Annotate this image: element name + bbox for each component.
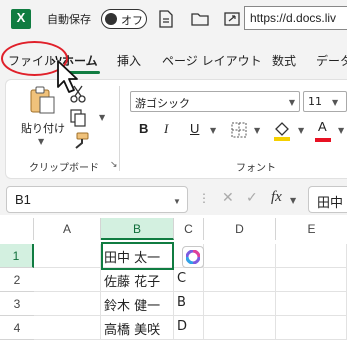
tab-insert[interactable]: 挿入 <box>117 52 141 69</box>
copilot-button[interactable] <box>182 246 204 268</box>
cell-e2[interactable] <box>276 268 347 292</box>
cell-a2[interactable] <box>34 268 101 292</box>
save-document-icon[interactable] <box>156 9 176 29</box>
ribbon-group-divider <box>119 86 120 171</box>
cell-a4[interactable] <box>34 316 101 340</box>
select-all-corner[interactable] <box>0 218 34 240</box>
cell-c2[interactable]: C <box>174 268 204 292</box>
name-box-value: B1 <box>15 192 31 207</box>
cell-e3[interactable] <box>276 292 347 316</box>
underline-dropdown-icon[interactable]: ▼ <box>210 126 216 135</box>
font-color-swatch <box>315 138 331 142</box>
bold-button[interactable]: B <box>139 121 148 136</box>
cell-d1[interactable] <box>204 244 276 268</box>
paste-label[interactable]: 貼り付け <box>21 120 65 136</box>
share-icon[interactable] <box>222 9 242 29</box>
cell-d3[interactable] <box>204 292 276 316</box>
cell-a1[interactable] <box>34 244 101 268</box>
row-header-4[interactable]: 4 <box>0 316 34 340</box>
fill-color-icon[interactable] <box>272 119 292 141</box>
cell-e4[interactable] <box>276 316 347 340</box>
clipboard-group-label: クリップボード <box>29 163 99 174</box>
folder-icon[interactable] <box>190 9 210 29</box>
font-size-value: 11 <box>308 95 322 108</box>
borders-dropdown-icon[interactable]: ▼ <box>254 126 260 135</box>
copy-icon[interactable] <box>68 108 88 128</box>
tab-data[interactable]: データ <box>316 52 347 69</box>
autosave-label: 自動保存 <box>47 13 91 26</box>
column-header-e[interactable]: E <box>276 218 347 240</box>
column-header-b[interactable]: B <box>101 218 174 240</box>
copilot-icon <box>186 250 200 264</box>
autosave-toggle-state: オフ <box>121 14 143 27</box>
row-header-2[interactable]: 2 <box>0 268 34 292</box>
italic-button[interactable]: I <box>164 121 168 137</box>
column-header-a[interactable]: A <box>34 218 101 240</box>
font-size-dropdown-icon: ▼ <box>332 98 339 107</box>
cell-c4[interactable]: D <box>174 316 204 340</box>
font-name-dropdown-icon: ▼ <box>288 98 295 107</box>
font-group-label: フォント <box>236 163 276 174</box>
cell-d4[interactable] <box>204 316 276 340</box>
underline-button[interactable]: U <box>190 121 199 136</box>
cell-d2[interactable] <box>204 268 276 292</box>
cell-a3[interactable] <box>34 292 101 316</box>
cell-e1[interactable] <box>276 244 347 268</box>
font-color-dropdown-icon[interactable]: ▼ <box>338 126 344 135</box>
autosave-toggle[interactable]: オフ <box>101 9 147 29</box>
column-header-d[interactable]: D <box>204 218 276 240</box>
excel-logo-icon: X <box>11 9 37 29</box>
name-box[interactable]: B1 ▼ <box>6 186 188 213</box>
format-painter-icon[interactable] <box>68 131 90 151</box>
tab-formulas[interactable]: 数式 <box>272 52 296 69</box>
cancel-icon[interactable]: ✕ <box>222 190 234 206</box>
paste-dropdown-icon[interactable]: ▼ <box>38 137 44 146</box>
name-box-dropdown-icon: ▼ <box>173 197 181 206</box>
row-header-3[interactable]: 3 <box>0 292 34 316</box>
cell-b2[interactable]: 佐藤 花子 <box>101 268 174 292</box>
font-color-button[interactable]: A <box>318 119 327 134</box>
toggle-knob <box>105 13 117 25</box>
font-size-select[interactable]: 11 ▼ <box>303 91 347 112</box>
title-bar: X 自動保存 オフ https://d.docs.liv <box>0 0 347 38</box>
enter-icon[interactable]: ✓ <box>246 190 258 206</box>
more-options-icon[interactable]: ⋮ <box>198 191 210 205</box>
tab-page-layout[interactable]: ページ レイアウト <box>162 52 262 69</box>
insert-function-button[interactable]: fx <box>271 189 282 206</box>
copy-dropdown-icon[interactable]: ▼ <box>99 113 105 122</box>
font-name-value: 游ゴシック <box>135 97 190 110</box>
formula-input[interactable]: 田中 <box>308 186 347 213</box>
row-header-1[interactable]: 1 <box>0 244 34 268</box>
url-field[interactable]: https://d.docs.liv <box>244 6 347 30</box>
clipboard-dialog-launcher-icon[interactable]: ↘ <box>110 160 118 170</box>
column-header-c[interactable]: C <box>174 218 204 240</box>
borders-icon[interactable] <box>230 121 248 139</box>
cell-b3[interactable]: 鈴木 健一 <box>101 292 174 316</box>
cell-b4[interactable]: 高橋 美咲 <box>101 316 174 340</box>
font-name-select[interactable]: 游ゴシック ▼ <box>130 91 300 112</box>
cell-c3[interactable]: B <box>174 292 204 316</box>
active-cell-border <box>101 242 174 270</box>
fill-color-dropdown-icon[interactable]: ▼ <box>298 126 304 135</box>
insert-function-dropdown-icon[interactable]: ▼ <box>290 196 296 205</box>
mouse-cursor-icon <box>51 55 78 93</box>
